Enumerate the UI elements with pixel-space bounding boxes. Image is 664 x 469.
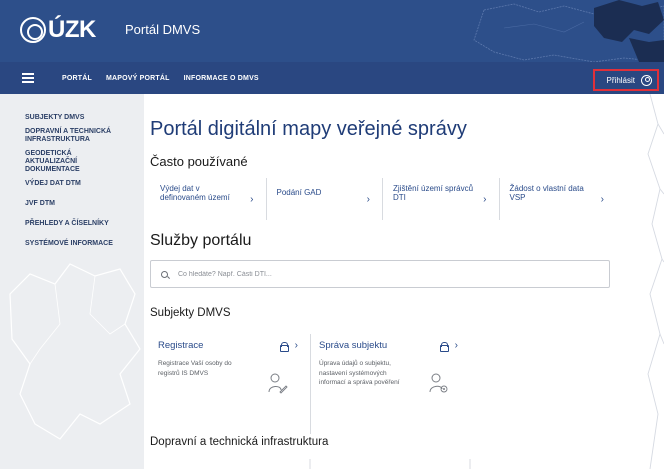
person-edit-icon [268,373,288,394]
chevron-right-icon: › [600,194,604,205]
quick-link-vsp-data[interactable]: Žádost o vlastní data VSP › [500,178,617,220]
quick-link-dti-owners[interactable]: Zjištění území správců DTI › [383,178,500,220]
quick-link-gad[interactable]: Podání GAD › [267,178,383,220]
nav-item-map-portal[interactable]: MAPOVÝ PORTÁL [106,75,170,82]
chevron-right-icon[interactable]: › [295,340,298,351]
subjects-cards: Registrace › Registrace Vaší osoby do re… [150,334,470,434]
quick-link-label: Zjištění území správců DTI [393,184,474,202]
search-box[interactable] [150,260,610,288]
quick-links: Výdej dat v definovaném území › Podání G… [150,178,616,220]
search-icon [161,270,168,278]
page-title: Portál digitální mapy veřejné správy [150,118,467,140]
search-input[interactable] [178,270,578,278]
lock-icon [279,341,289,352]
nav-item-dmvs-info[interactable]: INFORMACE O DMVS [184,75,259,82]
sidebar-item-geodetic-docs[interactable]: GEODETICKÁ AKTUALIZAČNÍ DOKUMENTACE [0,150,144,174]
nav-item-portal[interactable]: PORTÁL [62,75,92,82]
quick-link-label: Žádost o vlastní data VSP [509,184,584,202]
login-label: Přihlásit [606,75,635,85]
card-description: Registrace Vaší osoby do registrů IS DMV… [158,360,232,377]
chevron-right-icon: › [483,194,487,205]
sidebar: SUBJEKTY DMVS DOPRAVNÍ A TECHNICKÁ INFRA… [0,94,144,469]
sidebar-map-decoration [9,263,141,440]
card-registration[interactable]: Registrace › Registrace Vaší osoby do re… [150,334,310,434]
sidebar-item-infrastructure[interactable]: DOPRAVNÍ A TECHNICKÁ INFRASTRUKTURA [0,128,144,144]
login-button[interactable]: Přihlásit [593,69,659,91]
logo-emblem-icon [20,17,46,43]
user-circle-icon [641,74,652,86]
chevron-right-icon: › [250,194,254,205]
chevron-right-icon: › [366,194,370,205]
sidebar-item-subjects[interactable]: SUBJEKTY DMVS [0,114,144,122]
card-description: Úprava údajů o subjektu, nastavení systé… [319,360,400,386]
subjects-section-title: Subjekty DMVS [150,307,231,319]
hamburger-menu-icon[interactable] [22,73,34,83]
services-section-title: Služby portálu [150,232,252,249]
cards-dividers [309,459,471,469]
main-content: Portál digitální mapy veřejné správy Čas… [144,94,664,469]
sidebar-item-jvf[interactable]: JVF DTM [0,200,144,208]
lock-icon [439,341,449,352]
chevron-right-icon[interactable]: › [455,340,458,351]
sidebar-item-data-issue[interactable]: VÝDEJ DAT DTM [0,180,144,188]
infrastructure-section-title: Dopravní a technická infrastruktura [150,436,329,448]
cuzk-logo[interactable]: ÚZK [20,16,96,44]
sidebar-item-overviews[interactable]: PŘEHLEDY A ČÍSELNÍKY [0,220,144,228]
quick-link-data-issue[interactable]: Výdej dat v definovaném území › [150,178,267,220]
logo-text: ÚZK [48,16,96,43]
main-navigation: PORTÁL MAPOVÝ PORTÁL INFORMACE O DMVS [0,62,664,94]
map-decoration [473,0,664,62]
card-subject-management[interactable]: Správa subjektu › Úprava údajů o subjekt… [310,334,470,434]
quick-link-label: Podání GAD [276,188,322,197]
person-settings-icon [429,373,448,393]
sidebar-item-system-info[interactable]: SYSTÉMOVÉ INFORMACE [0,240,144,248]
frequent-section-title: Často používané [150,154,248,169]
app-header: ÚZK Portál DMVS [0,0,664,62]
portal-name[interactable]: Portál DMVS [125,22,200,37]
quick-link-label: Výdej dat v definovaném území [160,184,230,202]
